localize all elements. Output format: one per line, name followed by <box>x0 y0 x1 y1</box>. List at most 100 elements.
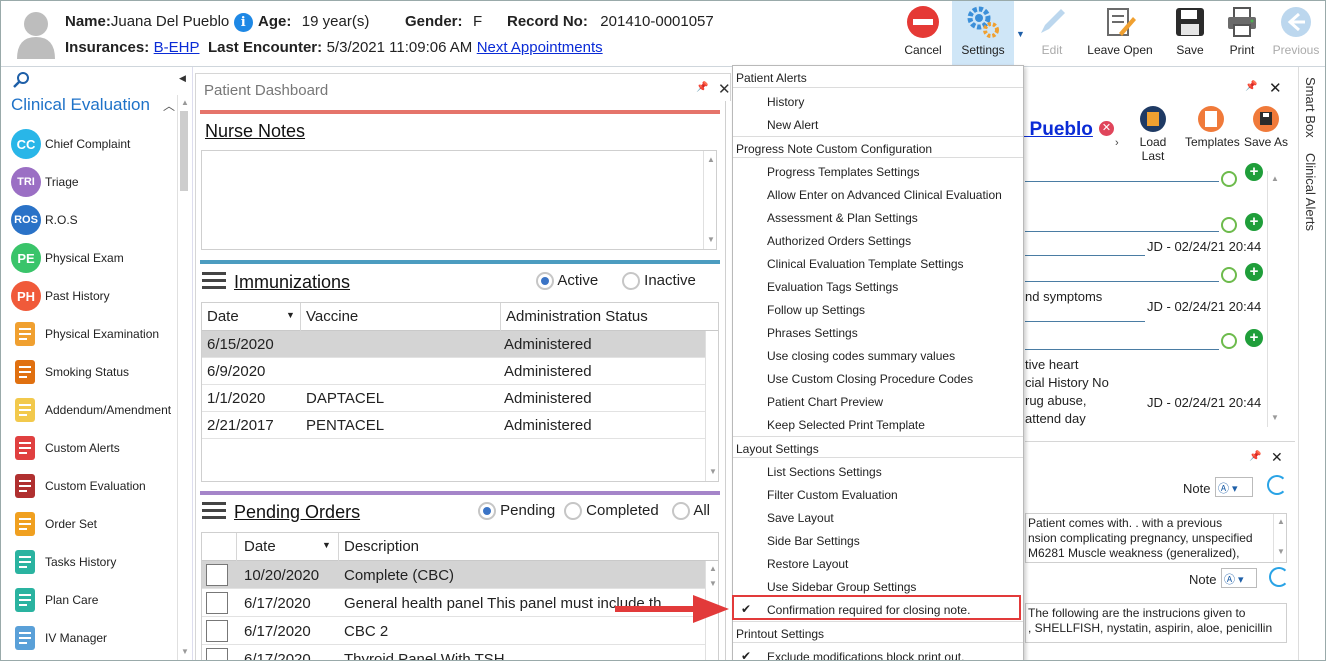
table-row[interactable]: 6/9/2020 Administered <box>202 358 705 385</box>
sidebar-item-physical-exam[interactable]: PE Physical Exam <box>11 241 124 275</box>
completed-radio[interactable]: Completed <box>564 502 659 521</box>
sort-arrow-icon[interactable]: ▼ <box>322 540 331 550</box>
immunizations-title[interactable]: Immunizations <box>234 272 350 293</box>
print-button[interactable]: Print <box>1221 5 1263 63</box>
menu-item-new-alert[interactable]: New Alert <box>733 113 1023 136</box>
tab-clinical-alerts[interactable]: Clinical Alerts <box>1303 153 1318 231</box>
cancel-button[interactable]: Cancel <box>899 5 947 63</box>
close-icon[interactable]: ✕ <box>718 80 731 98</box>
close-icon[interactable]: ✕ <box>1271 449 1283 466</box>
remove-icon[interactable]: ✕ <box>1099 121 1114 136</box>
table-row[interactable]: 1/1/2020 DAPTACEL Administered <box>202 385 705 412</box>
pending-orders-title[interactable]: Pending Orders <box>234 502 360 523</box>
col-date[interactable]: Date <box>244 538 276 555</box>
menu-item-phrases-settings[interactable]: Phrases Settings <box>733 321 1023 344</box>
chevron-down-icon[interactable]: ▼ <box>1016 29 1025 39</box>
next-appointments-link[interactable]: Next Appointments <box>477 39 603 56</box>
row-checkbox[interactable] <box>206 592 228 614</box>
menu-item-save-layout[interactable]: Save Layout <box>733 506 1023 529</box>
menu-item-keep-selected-print-template[interactable]: Keep Selected Print Template <box>733 413 1023 436</box>
save-button[interactable]: Save <box>1169 5 1211 63</box>
col-admin-status[interactable]: Administration Status <box>506 308 648 325</box>
sidebar-item-triage[interactable]: TRI Triage <box>11 165 79 199</box>
row-checkbox[interactable] <box>206 564 228 586</box>
sidebar-item-smoking-status[interactable]: Smoking Status <box>11 355 129 389</box>
sidebar-item-past-history[interactable]: PH Past History <box>11 279 110 313</box>
alarm-clock-icon[interactable] <box>1221 333 1237 349</box>
menu-item-assessment-plan-settings[interactable]: Assessment & Plan Settings <box>733 206 1023 229</box>
col-description[interactable]: Description <box>344 538 419 555</box>
menu-item-evaluation-tags-settings[interactable]: Evaluation Tags Settings <box>733 275 1023 298</box>
load-last-button[interactable]: Load Last <box>1127 105 1179 163</box>
row-checkbox[interactable] <box>206 648 228 660</box>
menu-item-allow-enter-on-advanced-clinical-evaluation[interactable]: Allow Enter on Advanced Clinical Evaluat… <box>733 183 1023 206</box>
menu-item-use-closing-codes-summary-values[interactable]: Use closing codes summary values <box>733 344 1023 367</box>
info-icon[interactable]: i <box>233 13 253 32</box>
evaluation-scrollbar[interactable]: ▲ ▼ <box>1267 171 1280 427</box>
sidebar-item-addendum-amendment[interactable]: Addendum/Amendment <box>11 393 171 427</box>
menu-item-progress-templates-settings[interactable]: Progress Templates Settings <box>733 160 1023 183</box>
note-textbox-1[interactable]: Patient comes with. . with a previous ns… <box>1025 513 1287 563</box>
chevron-up-icon[interactable]: ︿ <box>163 97 175 114</box>
edit-button[interactable]: Edit <box>1031 5 1073 63</box>
table-row[interactable]: 10/20/2020 Complete (CBC) <box>202 561 705 589</box>
search-icon[interactable] <box>13 71 31 89</box>
alarm-clock-icon[interactable] <box>1221 217 1237 233</box>
menu-icon[interactable] <box>202 272 226 290</box>
collapse-sidebar-button[interactable]: ◀ <box>179 73 186 84</box>
col-date[interactable]: Date <box>207 308 239 325</box>
previous-button[interactable]: Previous <box>1271 5 1321 63</box>
immunizations-scrollbar[interactable]: ▼ <box>705 331 718 481</box>
table-row[interactable]: 6/17/2020 Thyroid Panel With TSH <box>202 645 705 660</box>
font-dropdown[interactable]: Ⓐ ▾ <box>1215 477 1253 497</box>
save-as-button[interactable]: Save As <box>1241 105 1291 149</box>
insurance-link[interactable]: B-EHP <box>154 39 200 56</box>
menu-item-follow-up-settings[interactable]: Follow up Settings <box>733 298 1023 321</box>
menu-item-filter-custom-evaluation[interactable]: Filter Custom Evaluation <box>733 483 1023 506</box>
menu-item-side-bar-settings[interactable]: Side Bar Settings <box>733 529 1023 552</box>
pin-icon[interactable]: 📌 <box>1249 451 1261 462</box>
leave-open-button[interactable]: Leave Open <box>1083 5 1157 63</box>
pending-radio[interactable]: Pending <box>478 502 555 521</box>
menu-item-authorized-orders-settings[interactable]: Authorized Orders Settings <box>733 229 1023 252</box>
note-textbox-2[interactable]: The following are the instrucions given … <box>1025 603 1287 643</box>
sidebar-scrollbar[interactable]: ▲ ▼ <box>177 95 190 660</box>
add-icon[interactable]: + <box>1245 163 1263 181</box>
sidebar-item-chief-complaint[interactable]: CC Chief Complaint <box>11 127 130 161</box>
menu-icon[interactable] <box>202 502 226 520</box>
close-icon[interactable]: ✕ <box>1269 79 1282 97</box>
sidebar-item-custom-alerts[interactable]: Custom Alerts <box>11 431 120 465</box>
chevron-right-icon[interactable]: › <box>1115 137 1119 149</box>
table-row[interactable]: 2/21/2017 PENTACEL Administered <box>202 412 705 439</box>
sidebar-item-tasks-history[interactable]: Tasks History <box>11 545 116 579</box>
menu-item-exclude-modifications-block-print-out[interactable]: ✔ Exclude modifications block print out. <box>733 645 1023 660</box>
refresh-icon[interactable] <box>1269 567 1289 587</box>
pin-icon[interactable]: 📌 <box>696 82 708 93</box>
menu-item-history[interactable]: History <box>733 90 1023 113</box>
inactive-radio[interactable]: Inactive <box>622 272 696 291</box>
add-icon[interactable]: + <box>1245 213 1263 231</box>
menu-item-clinical-evaluation-template-settings[interactable]: Clinical Evaluation Template Settings <box>733 252 1023 275</box>
sidebar-item-physical-examination[interactable]: Physical Examination <box>11 317 159 351</box>
sidebar-item-iv-manager[interactable]: IV Manager <box>11 621 107 655</box>
sidebar-item-custom-evaluation[interactable]: Custom Evaluation <box>11 469 146 503</box>
menu-item-restore-layout[interactable]: Restore Layout <box>733 552 1023 575</box>
menu-item-list-sections-settings[interactable]: List Sections Settings <box>733 460 1023 483</box>
all-radio[interactable]: All <box>672 502 710 521</box>
nurse-notes-title[interactable]: Nurse Notes <box>205 121 305 142</box>
menu-item-use-custom-closing-procedure-codes[interactable]: Use Custom Closing Procedure Codes <box>733 367 1023 390</box>
sidebar-item-plan-care[interactable]: Plan Care <box>11 583 98 617</box>
nurse-notes-textarea[interactable]: ▲ ▼ <box>201 150 717 250</box>
pin-icon[interactable]: 📌 <box>1245 81 1257 92</box>
alarm-clock-icon[interactable] <box>1221 171 1237 187</box>
alarm-clock-icon[interactable] <box>1221 267 1237 283</box>
add-icon[interactable]: + <box>1245 329 1263 347</box>
table-row[interactable]: 6/15/2020 Administered <box>202 331 705 358</box>
tab-smart-box[interactable]: Smart Box <box>1303 77 1318 138</box>
settings-button[interactable]: Settings <box>952 1 1014 65</box>
templates-button[interactable]: Templates <box>1185 105 1240 149</box>
col-vaccine[interactable]: Vaccine <box>306 308 358 325</box>
menu-item-patient-chart-preview[interactable]: Patient Chart Preview <box>733 390 1023 413</box>
active-radio[interactable]: Active <box>536 272 598 291</box>
font-dropdown[interactable]: Ⓐ ▾ <box>1221 568 1257 588</box>
